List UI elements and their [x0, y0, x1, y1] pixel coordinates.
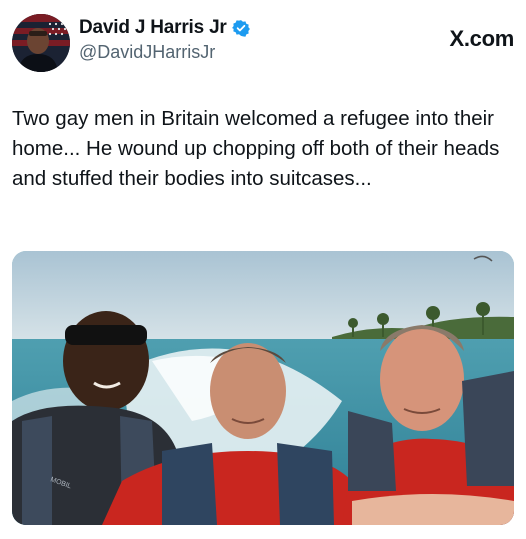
brand-label: X.com: [449, 26, 514, 51]
tweet-text: Two gay men in Britain welcomed a refuge…: [12, 107, 500, 190]
user-handle[interactable]: @DavidJHarrisJr: [79, 42, 250, 63]
tweet-photo[interactable]: MOBIL: [12, 251, 514, 525]
tweet-header: David J Harris Jr @DavidJHarrisJr X.com: [12, 14, 514, 74]
verified-badge-icon: [231, 19, 250, 37]
avatar[interactable]: [12, 14, 70, 72]
display-name[interactable]: David J Harris Jr: [79, 17, 227, 39]
